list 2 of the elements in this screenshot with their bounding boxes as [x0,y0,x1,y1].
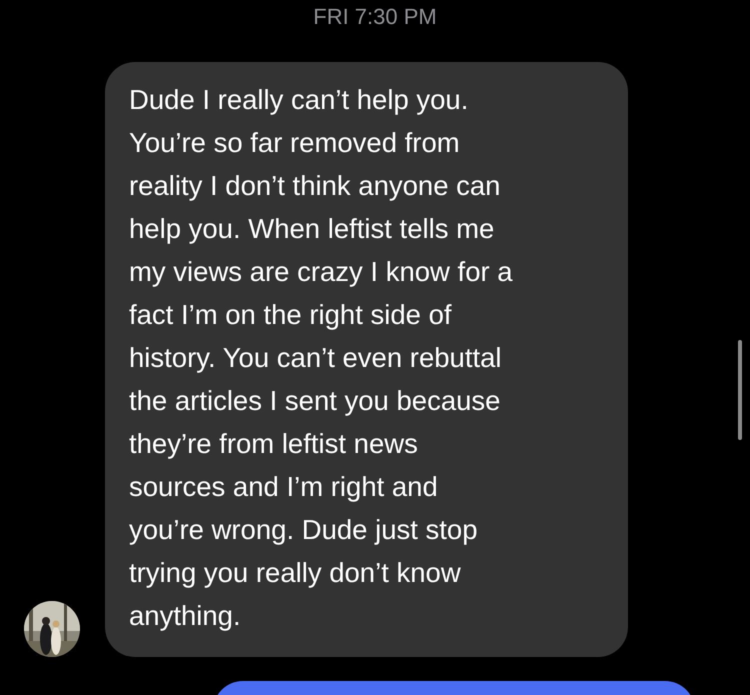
timestamp: FRI 7:30 PM [313,4,437,30]
message-bubble: Dude I really can’t help you. You’re so far removed from reality I don’t think anyone can help you. When leftist tells me my views are crazy I know for a fact I’m on the right side of history. You can’t even rebuttal the articles I sent you because they’re from leftist news sources and I’m right and you’re wrong. Dude just stop trying you really don’t know anything. [105,62,628,657]
